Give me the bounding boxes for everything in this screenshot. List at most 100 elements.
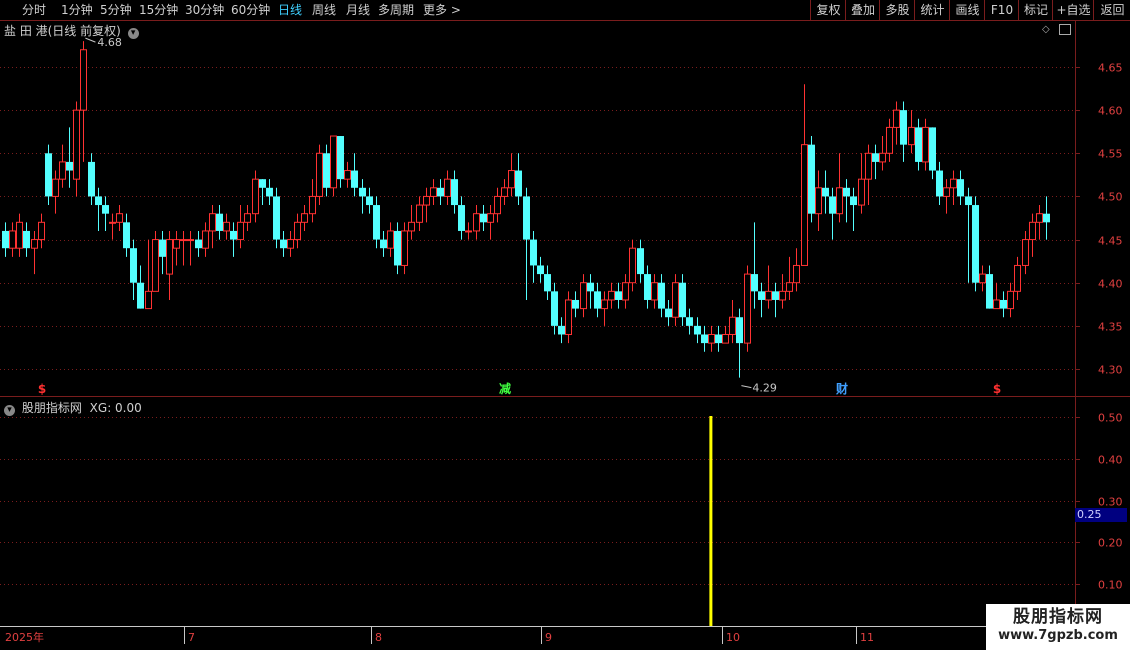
candle-body (465, 230, 472, 233)
candle-body (16, 221, 23, 249)
candle-body (195, 239, 202, 249)
candle-body (373, 205, 380, 240)
candle-body (580, 282, 587, 310)
candle-body (744, 273, 751, 344)
candle-body (80, 49, 87, 111)
candle-body (530, 239, 537, 266)
candle-body (523, 196, 530, 240)
candle-body (736, 317, 743, 344)
candle-body (708, 333, 715, 344)
candle-body (722, 333, 729, 344)
candle-body (2, 230, 9, 249)
candle-body (351, 170, 358, 188)
candle-body (223, 221, 230, 232)
watermark-url: www.7gpzb.com (998, 628, 1118, 643)
candle-body (1029, 221, 1036, 241)
candle-body (473, 213, 480, 232)
candle-body (237, 221, 244, 241)
candle-body (501, 187, 508, 197)
candle-body (758, 291, 765, 300)
price-tick-label: 4.50 (1098, 191, 1123, 204)
candle-body (587, 282, 594, 292)
candle-body (972, 205, 979, 283)
candle-body (908, 126, 915, 146)
candle-body (137, 282, 144, 309)
signal-bar (709, 416, 713, 626)
candle-body (786, 282, 793, 292)
candle-body (858, 178, 865, 206)
candle-body (836, 187, 843, 215)
candle-body (772, 291, 779, 300)
candle-body (52, 178, 59, 197)
candle-body (829, 196, 836, 214)
candle-body (273, 196, 280, 240)
candle-body (451, 179, 458, 206)
candle-body (309, 195, 316, 215)
candle-body (565, 299, 572, 335)
candle-body (1014, 264, 1021, 292)
candle-body (751, 274, 758, 292)
event-marker: $ (38, 382, 46, 396)
indicator-title: ▾ 股朋指标网 XG: 0.00 (4, 399, 142, 416)
candle-body (458, 205, 465, 231)
candle-body (779, 290, 786, 301)
price-tick-label: 4.40 (1098, 278, 1123, 291)
candle-body (929, 127, 936, 171)
indicator-value: XG: 0.00 (89, 401, 142, 415)
candle-body (73, 109, 80, 180)
candle-body (900, 110, 907, 145)
candle-body (59, 161, 66, 180)
chevron-down-icon[interactable]: ▾ (4, 405, 15, 416)
candle-body (957, 179, 964, 197)
kline-chart[interactable]: 4.65 4.60 4.55 4.50 4.45 4.40 4.35 4.30 4.68 4.29… (0, 0, 1130, 650)
candle-body (45, 153, 52, 197)
indicator-tick-label: 0.30 (1098, 496, 1123, 509)
candle-body (850, 196, 857, 206)
candle-body (437, 187, 444, 197)
candle-body (423, 195, 430, 206)
price-tick-label: 4.55 (1098, 148, 1123, 161)
candle-body (387, 230, 394, 249)
candle-body (594, 291, 601, 309)
candle-body (252, 178, 259, 215)
candle-body (622, 282, 629, 301)
candle-body (259, 179, 266, 188)
candle-body (715, 334, 722, 344)
candle-body (116, 213, 123, 223)
candle-body (644, 274, 651, 300)
candle-body (943, 187, 950, 197)
candle-body (180, 239, 187, 242)
candle-body (979, 273, 986, 284)
candle-body (202, 230, 209, 249)
low-arrow (741, 385, 752, 389)
candle-body (965, 196, 972, 206)
candle-body (38, 221, 45, 241)
watermark-title: 股朋指标网 (1013, 607, 1103, 627)
candle-body (109, 221, 116, 224)
candle-body (608, 290, 615, 301)
candle-body (216, 213, 223, 231)
candle-body (480, 213, 487, 223)
candle-body (494, 195, 501, 215)
candle-body (808, 144, 815, 214)
candle-body (430, 187, 437, 197)
indicator-tick-label: 0.10 (1098, 579, 1123, 592)
candle-body (159, 239, 166, 257)
high-price-label: 4.68 (97, 36, 122, 49)
candle-body (359, 187, 366, 197)
candle-body (88, 161, 95, 197)
candle-body (152, 239, 159, 292)
candle-body (173, 239, 180, 249)
candle-body (672, 282, 679, 318)
x-axis-label: 8 (375, 631, 382, 644)
candle-body (337, 136, 344, 180)
candle-body (679, 282, 686, 318)
candle-body (694, 325, 701, 335)
candle-body (266, 187, 273, 197)
candle-body (865, 152, 872, 180)
candle-body (893, 109, 900, 128)
high-arrow (85, 37, 96, 43)
candle-body (886, 126, 893, 154)
candle-body (287, 239, 294, 249)
candle-body (801, 144, 808, 266)
